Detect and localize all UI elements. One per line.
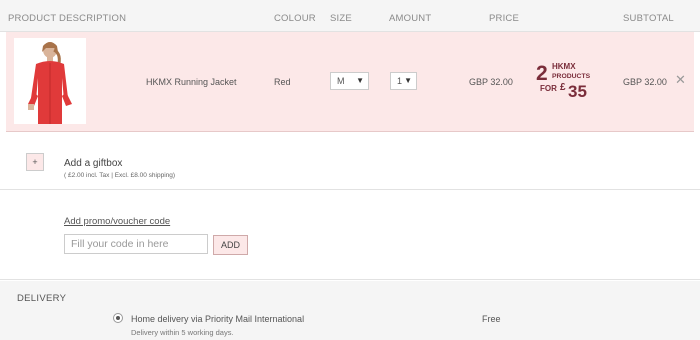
product-thumbnail[interactable] bbox=[14, 38, 86, 124]
size-select[interactable]: M ▼ bbox=[330, 72, 369, 90]
chevron-down-icon: ▼ bbox=[404, 76, 412, 85]
size-value: M bbox=[337, 76, 345, 86]
header-product-description: PRODUCT DESCRIPTION bbox=[8, 13, 127, 24]
offer-currency: £ bbox=[560, 82, 566, 93]
header-size: SIZE bbox=[330, 13, 352, 24]
offer-for: FOR bbox=[540, 84, 557, 93]
add-promo-button[interactable]: ADD bbox=[213, 235, 248, 255]
product-subtotal: GBP 32.00 bbox=[623, 77, 667, 87]
offer-big-number: 2 bbox=[536, 62, 548, 85]
promo-section: Add promo/voucher code ADD bbox=[0, 190, 700, 280]
cart-item-row: HKMX Running Jacket Red M ▼ 1 ▼ GBP 32.0… bbox=[6, 32, 694, 132]
header-amount: AMOUNT bbox=[389, 13, 432, 24]
promo-code-input[interactable] bbox=[64, 234, 208, 254]
amount-value: 1 bbox=[397, 76, 403, 86]
jacket-photo-icon bbox=[14, 38, 86, 124]
giftbox-note: ( £2.00 incl. Tax | Excl. £8.00 shipping… bbox=[64, 172, 176, 179]
delivery-section: DELIVERY Home delivery via Priority Mail… bbox=[0, 281, 700, 340]
giftbox-section: + Add a giftbox ( £2.00 incl. Tax | Excl… bbox=[0, 133, 700, 190]
add-giftbox-button[interactable]: + bbox=[26, 153, 44, 171]
product-colour: Red bbox=[274, 77, 291, 87]
add-promo-code-link[interactable]: Add promo/voucher code bbox=[64, 216, 170, 227]
delivery-option-label[interactable]: Home delivery via Priority Mail Internat… bbox=[131, 314, 304, 324]
product-price: GBP 32.00 bbox=[469, 77, 513, 87]
delivery-option-note: Delivery within 5 working days. bbox=[131, 328, 234, 337]
offer-products: PRODUCTS bbox=[552, 73, 591, 80]
cart-table-header: PRODUCT DESCRIPTION COLOUR SIZE AMOUNT P… bbox=[0, 0, 700, 32]
header-colour: COLOUR bbox=[274, 13, 316, 24]
offer-brand: HKMX bbox=[552, 62, 576, 71]
header-subtotal: SUBTOTAL bbox=[623, 13, 674, 24]
amount-select[interactable]: 1 ▼ bbox=[390, 72, 417, 90]
offer-amount: 35 bbox=[568, 82, 587, 100]
delivery-price: Free bbox=[482, 314, 501, 324]
giftbox-title: Add a giftbox bbox=[64, 158, 123, 169]
chevron-down-icon: ▼ bbox=[356, 76, 364, 85]
delivery-option-radio[interactable] bbox=[113, 313, 123, 323]
header-price: PRICE bbox=[489, 13, 520, 24]
delivery-title: DELIVERY bbox=[17, 293, 67, 304]
close-icon[interactable]: ✕ bbox=[675, 72, 686, 88]
product-name[interactable]: HKMX Running Jacket bbox=[146, 77, 237, 87]
offer-badge: 2 HKMX PRODUCTS FOR £ 35 bbox=[536, 62, 591, 100]
